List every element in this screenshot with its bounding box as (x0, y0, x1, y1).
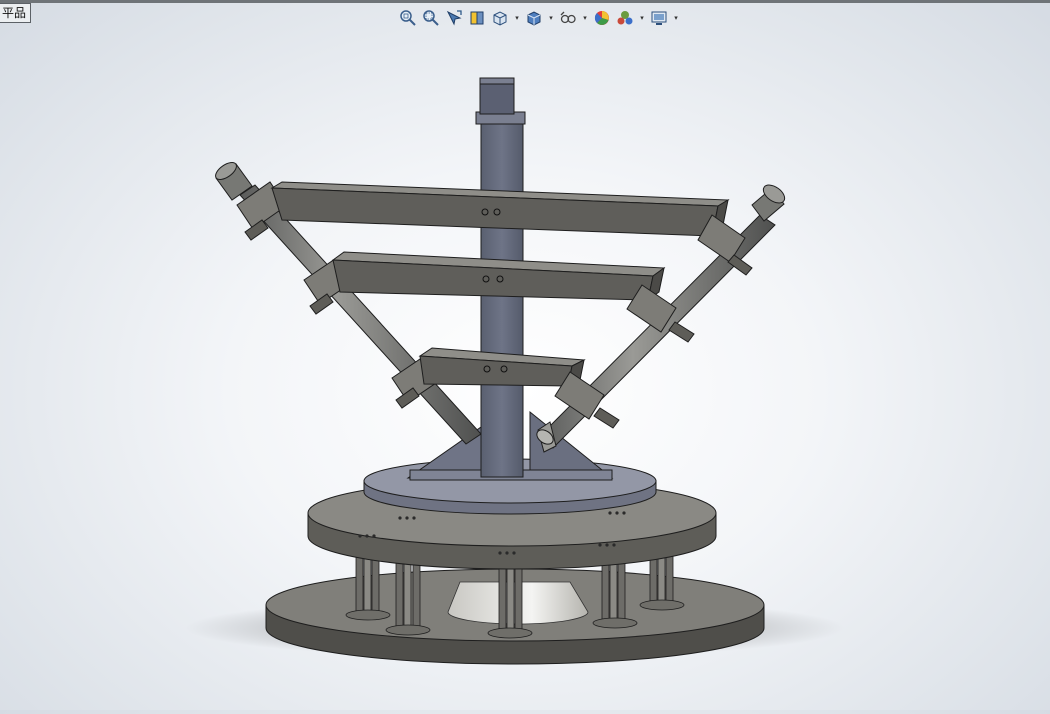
zoom-to-area-button[interactable] (421, 8, 441, 28)
zoom-to-area-icon (423, 10, 439, 26)
display-style-icon (527, 11, 541, 26)
zoom-to-fit-icon (400, 10, 416, 26)
window-top-border (0, 0, 1050, 3)
view-orientation-dropdown[interactable]: ▾ (513, 8, 521, 28)
graphics-area-label: 平品 (0, 3, 32, 23)
previous-view-button[interactable] (444, 8, 464, 28)
view-settings-dropdown[interactable]: ▾ (672, 8, 680, 28)
section-view-button[interactable] (467, 8, 487, 28)
view-settings-button[interactable] (649, 8, 669, 28)
view-settings-icon (651, 11, 667, 25)
display-style-button[interactable] (524, 8, 544, 28)
hide-show-items-dropdown[interactable]: ▾ (581, 8, 589, 28)
zoom-to-fit-button[interactable] (398, 8, 418, 28)
right-bearing-blocks (554, 214, 753, 429)
apply-scene-dropdown[interactable]: ▾ (638, 8, 646, 28)
hide-show-items-icon (560, 11, 576, 24)
view-orientation-button[interactable] (490, 8, 510, 28)
lower-cross-beam[interactable] (418, 347, 586, 387)
apply-scene-icon (617, 11, 633, 25)
assembly-3d-model[interactable] (0, 0, 1050, 710)
heads-up-view-toolbar: ▾ ▾ ▾ ▾ ▾ (398, 8, 680, 28)
graphics-viewport[interactable] (0, 0, 1050, 710)
section-view-icon (470, 11, 484, 25)
view-orientation-icon (493, 11, 507, 26)
edit-appearance-button[interactable] (592, 8, 612, 28)
display-style-dropdown[interactable]: ▾ (547, 8, 555, 28)
hide-show-items-button[interactable] (558, 8, 578, 28)
previous-view-icon (446, 10, 462, 26)
edit-appearance-icon (594, 11, 609, 25)
apply-scene-button[interactable] (615, 8, 635, 28)
